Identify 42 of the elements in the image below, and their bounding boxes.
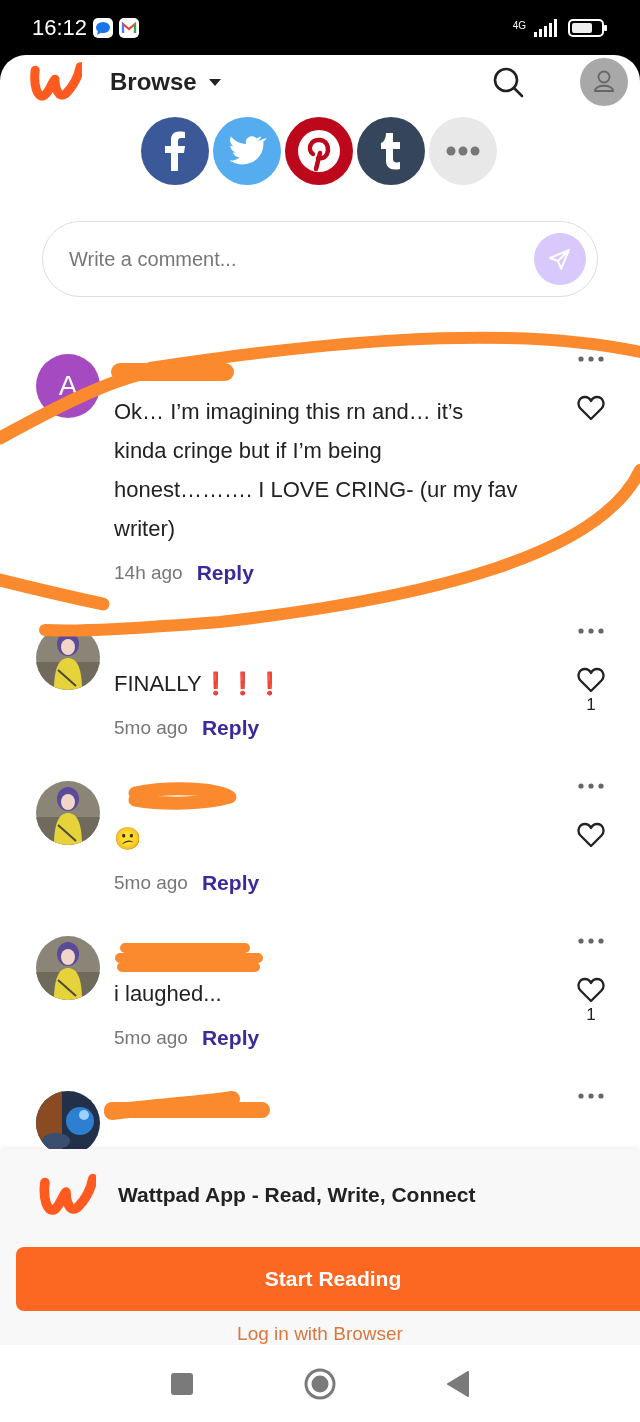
reply-link[interactable]: Reply	[196, 561, 254, 585]
app-title: Wattpad App - Read, Write, Connect	[118, 1183, 476, 1207]
like-heart-icon[interactable]	[577, 822, 605, 848]
comment-time: 5mo ago	[114, 872, 188, 894]
browse-menu[interactable]: Browse	[110, 68, 221, 96]
back-icon[interactable]	[446, 1370, 470, 1397]
comment-time: 14h ago	[114, 562, 183, 584]
home-icon[interactable]	[304, 1367, 336, 1400]
more-options-icon[interactable]	[578, 938, 604, 944]
pinterest-button[interactable]	[285, 117, 353, 185]
comment-text: Ok… I’m imagining this rn and… it’s kinda cringe but if I’m being honest………. I LOVE CRING- (ur my fav writer)	[114, 398, 518, 543]
reply-link[interactable]: Reply	[201, 871, 260, 895]
more-options-icon[interactable]	[578, 1093, 604, 1099]
more-options-icon[interactable]	[578, 628, 604, 634]
more-options-icon[interactable]	[578, 356, 604, 362]
battery-icon	[568, 17, 608, 38]
more-share-button[interactable]	[429, 117, 497, 185]
recent-apps-icon[interactable]	[170, 1370, 194, 1397]
tumblr-button[interactable]	[357, 117, 425, 185]
caret-icon	[208, 78, 221, 86]
signal-icon	[532, 17, 558, 38]
comment-text: 😕	[114, 825, 142, 853]
profile-icon[interactable]	[580, 58, 628, 106]
like-heart-icon[interactable]	[577, 667, 605, 693]
reply-link[interactable]: Reply	[201, 716, 260, 740]
like-count: 1	[586, 1005, 596, 1025]
messages-icon	[93, 17, 114, 38]
reply-link[interactable]: Reply	[201, 1026, 260, 1050]
facebook-button[interactable]	[141, 117, 209, 185]
like-heart-icon[interactable]	[577, 977, 605, 1003]
network-label: 4G	[512, 19, 526, 31]
comment-time: 5mo ago	[114, 717, 188, 739]
comment-time: 5mo ago	[114, 1027, 188, 1049]
comment-field[interactable]: Write a comment...	[42, 221, 598, 297]
clock-time: 16:12	[32, 14, 88, 41]
comment-text: i laughed...	[114, 980, 223, 1008]
mail-icon	[119, 17, 140, 38]
like-count: 1	[586, 695, 596, 715]
more-options-icon[interactable]	[578, 783, 604, 789]
like-heart-icon[interactable]	[577, 395, 605, 421]
comment-text: FINALLY❗❗❗	[114, 670, 284, 698]
search-icon[interactable]	[492, 66, 524, 98]
